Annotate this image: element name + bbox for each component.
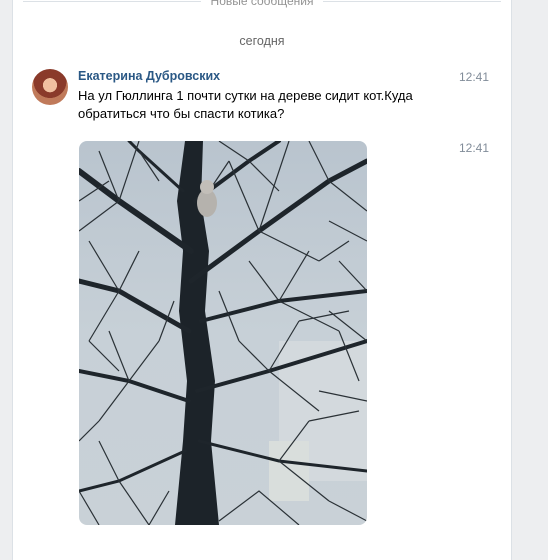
date-separator: сегодня <box>239 34 285 48</box>
tree-with-cat-image <box>79 141 367 525</box>
attached-photo[interactable] <box>79 141 367 525</box>
message-time[interactable]: 12:41 <box>459 70 489 84</box>
photo-time[interactable]: 12:41 <box>459 141 489 155</box>
message-text: На ул Гюллинга 1 почти сутки на дереве с… <box>78 88 413 121</box>
message-author[interactable]: Екатерина Дубровских <box>78 69 220 83</box>
divider-line <box>323 0 502 2</box>
new-messages-label: Новые сообщения <box>210 0 314 8</box>
avatar[interactable] <box>32 69 68 105</box>
divider-line <box>23 0 201 2</box>
chat-panel: Новые сообщения сегодня Екатерина Дубров… <box>12 0 512 560</box>
new-messages-divider: Новые сообщения <box>13 0 511 8</box>
